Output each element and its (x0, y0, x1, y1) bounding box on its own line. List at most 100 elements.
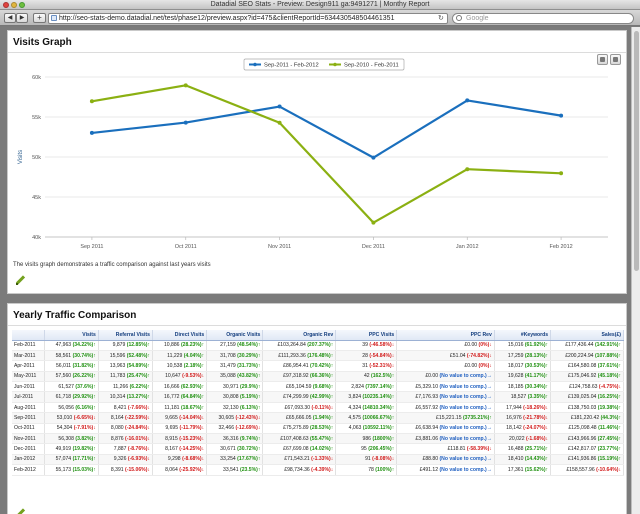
cell-change: (3735.21%) (462, 414, 490, 421)
table-cell: £139,025.04 (16.25%)↑ (550, 391, 624, 403)
legend-marker (253, 62, 257, 67)
table-row: Jan-2012 57,074 (17.71%)↑ 9,326 (-6.93%)↓ 9… (12, 454, 624, 466)
table-cell: 30,671 (30.72%)↑ (206, 443, 264, 455)
cell-change: (14.02%) (310, 446, 331, 453)
edit-table-icon[interactable] (15, 508, 26, 514)
column-header[interactable]: Direct Visits (152, 330, 208, 341)
cell-change: (-9.53%) (182, 373, 202, 380)
table-cell: 31 (-52.31%)↓ (335, 360, 398, 372)
cell-change: (100%) (375, 466, 392, 473)
column-header[interactable]: #Keywords (494, 330, 552, 341)
trend-up-icon: ↑ (147, 342, 150, 349)
column-header[interactable] (12, 330, 45, 341)
cell-value: £71,543.21 (284, 456, 312, 463)
cell-change: (48.54%) (237, 342, 258, 349)
cell-value: 11,266 (112, 383, 130, 390)
x-tick-label: Sep 2011 (80, 244, 103, 250)
table-cell: 61,718 (29.92%)↑ (44, 391, 99, 403)
column-header[interactable]: Visits (44, 330, 99, 341)
yearly-traffic-title: Yearly Traffic Comparison (13, 310, 137, 321)
trend-up-icon: ↑ (257, 466, 261, 473)
reload-icon[interactable]: ↻ (438, 14, 444, 22)
cell-value: 57,074 (55, 456, 73, 463)
cell-value: 8,391 (110, 466, 126, 473)
table-cell: 47,963 (34.22%)↑ (44, 340, 99, 351)
forward-button[interactable]: ▶ (16, 13, 28, 23)
cell-change: (No value to comp.) (439, 383, 487, 390)
cell-change: (19.82%) (72, 446, 94, 453)
table-cell: £491.12 (No value to comp.)→ (396, 464, 495, 476)
trend-up-icon: ↑ (545, 373, 549, 380)
trend-down-icon: ↓ (93, 414, 96, 421)
table-cell: 17,259 (28.13%)↑ (494, 350, 552, 362)
cell-change: (31.73%) (237, 362, 258, 369)
browser-toolbar: ◀ ▶ + http://seo-stats-demo.datadial.net… (0, 10, 640, 26)
table-cell: Feb-2011 (12, 340, 45, 351)
table-row: Nov-2011 56,308 (3.82%)↑ 8,876 (-16.01%)↓ 8… (12, 433, 624, 445)
trend-down-icon: ↓ (489, 342, 492, 349)
data-point (277, 120, 282, 125)
trend-up-icon: ↑ (545, 362, 549, 369)
trend-up-icon: ↑ (330, 362, 334, 369)
table-cell: 27,159 (48.54%)↑ (206, 340, 264, 351)
y-tick-label: 40k (32, 235, 41, 241)
trend-up-icon: ↑ (93, 404, 96, 411)
table-cell: £107,408.63 (55.47%)↑ (262, 433, 337, 445)
cell-change: (107.88%) (594, 352, 619, 359)
cell-change: (-18.26%) (523, 404, 546, 411)
table-row: Mar-2011 58,561 (30.74%)↑ 15,596 (52.48%)↑… (12, 350, 624, 362)
cell-value: 986 (362, 435, 373, 442)
table-cell: Apr-2011 (12, 360, 45, 372)
cell-change: (10235.14%) (362, 394, 392, 401)
cell-value: 8,421 (113, 404, 128, 411)
cell-change: (-58.39%) (466, 446, 490, 453)
cell-change: (15.03%) (72, 466, 94, 473)
cell-change: (12.85%) (126, 342, 148, 349)
cell-value: £111,293.36 (278, 352, 308, 359)
search-field[interactable]: Google (452, 13, 634, 24)
table-cell: 30,808 (5.19%)↑ (206, 391, 264, 403)
table-cell: Nov-2011 (12, 433, 45, 445)
column-header[interactable]: Organic Visits (206, 330, 264, 341)
cell-change: (No value to comp.) (439, 466, 487, 473)
table-cell: £71,543.21 (-1.33%)↓ (262, 454, 337, 466)
edit-graph-icon[interactable] (15, 275, 26, 285)
cell-change: (25.71%) (524, 446, 546, 453)
cell-change: (-21.78%) (523, 414, 546, 421)
column-header[interactable]: Organic Rev (262, 330, 337, 341)
cell-change: (6.22%) (129, 383, 148, 390)
cell-value: £175,046.92 (568, 373, 598, 380)
table-cell: 91 (-8.08%)↓ (335, 454, 398, 466)
cell-value: £67,699.08 (283, 446, 311, 453)
cell-change: (17.71%) (72, 456, 94, 463)
trend-up-icon: ↑ (330, 414, 334, 421)
trend-down-icon: ↓ (147, 425, 150, 432)
trend-up-icon: ↑ (93, 342, 96, 349)
table-cell: Feb-2012 (12, 464, 45, 476)
trend-down-icon: ↓ (147, 446, 150, 453)
add-bookmark-button[interactable]: + (33, 13, 46, 23)
cell-change: (19.38%) (597, 404, 619, 411)
cell-change: (-8.68%) (182, 456, 202, 463)
column-header[interactable]: Referral Visits (98, 330, 153, 341)
back-button[interactable]: ◀ (4, 13, 16, 23)
column-header[interactable]: Sales(£) (550, 330, 624, 341)
trend-up-icon: ↑ (618, 352, 621, 359)
table-cell: 8,391 (-15.06%)↓ (98, 464, 153, 476)
cell-value: 18,410 (507, 456, 525, 463)
cell-change: (No value to comp.) (439, 394, 487, 401)
scrollbar-thumb[interactable] (634, 31, 639, 271)
address-bar[interactable]: http://seo-stats-demo.datadial.net/test/… (48, 13, 448, 24)
table-cell: Aug-2011 (12, 402, 45, 414)
table-cell: £175,046.92 (45.18%)↑ (550, 371, 624, 383)
page-scrollbar[interactable] (631, 27, 640, 514)
cell-value: £5,329.10 (415, 383, 440, 390)
column-header[interactable]: PPC Visits (335, 330, 398, 341)
table-cell: 8,064 (-25.92%)↓ (152, 464, 208, 476)
cell-change: (9.74%) (240, 435, 258, 442)
cell-value: £7,176.93 (415, 394, 440, 401)
cell-change: (6.16%) (75, 404, 94, 411)
column-header[interactable]: PPC Rev (396, 330, 495, 341)
cell-change: (-12.43%) (235, 414, 258, 421)
cell-value: £0.00 (464, 362, 479, 369)
